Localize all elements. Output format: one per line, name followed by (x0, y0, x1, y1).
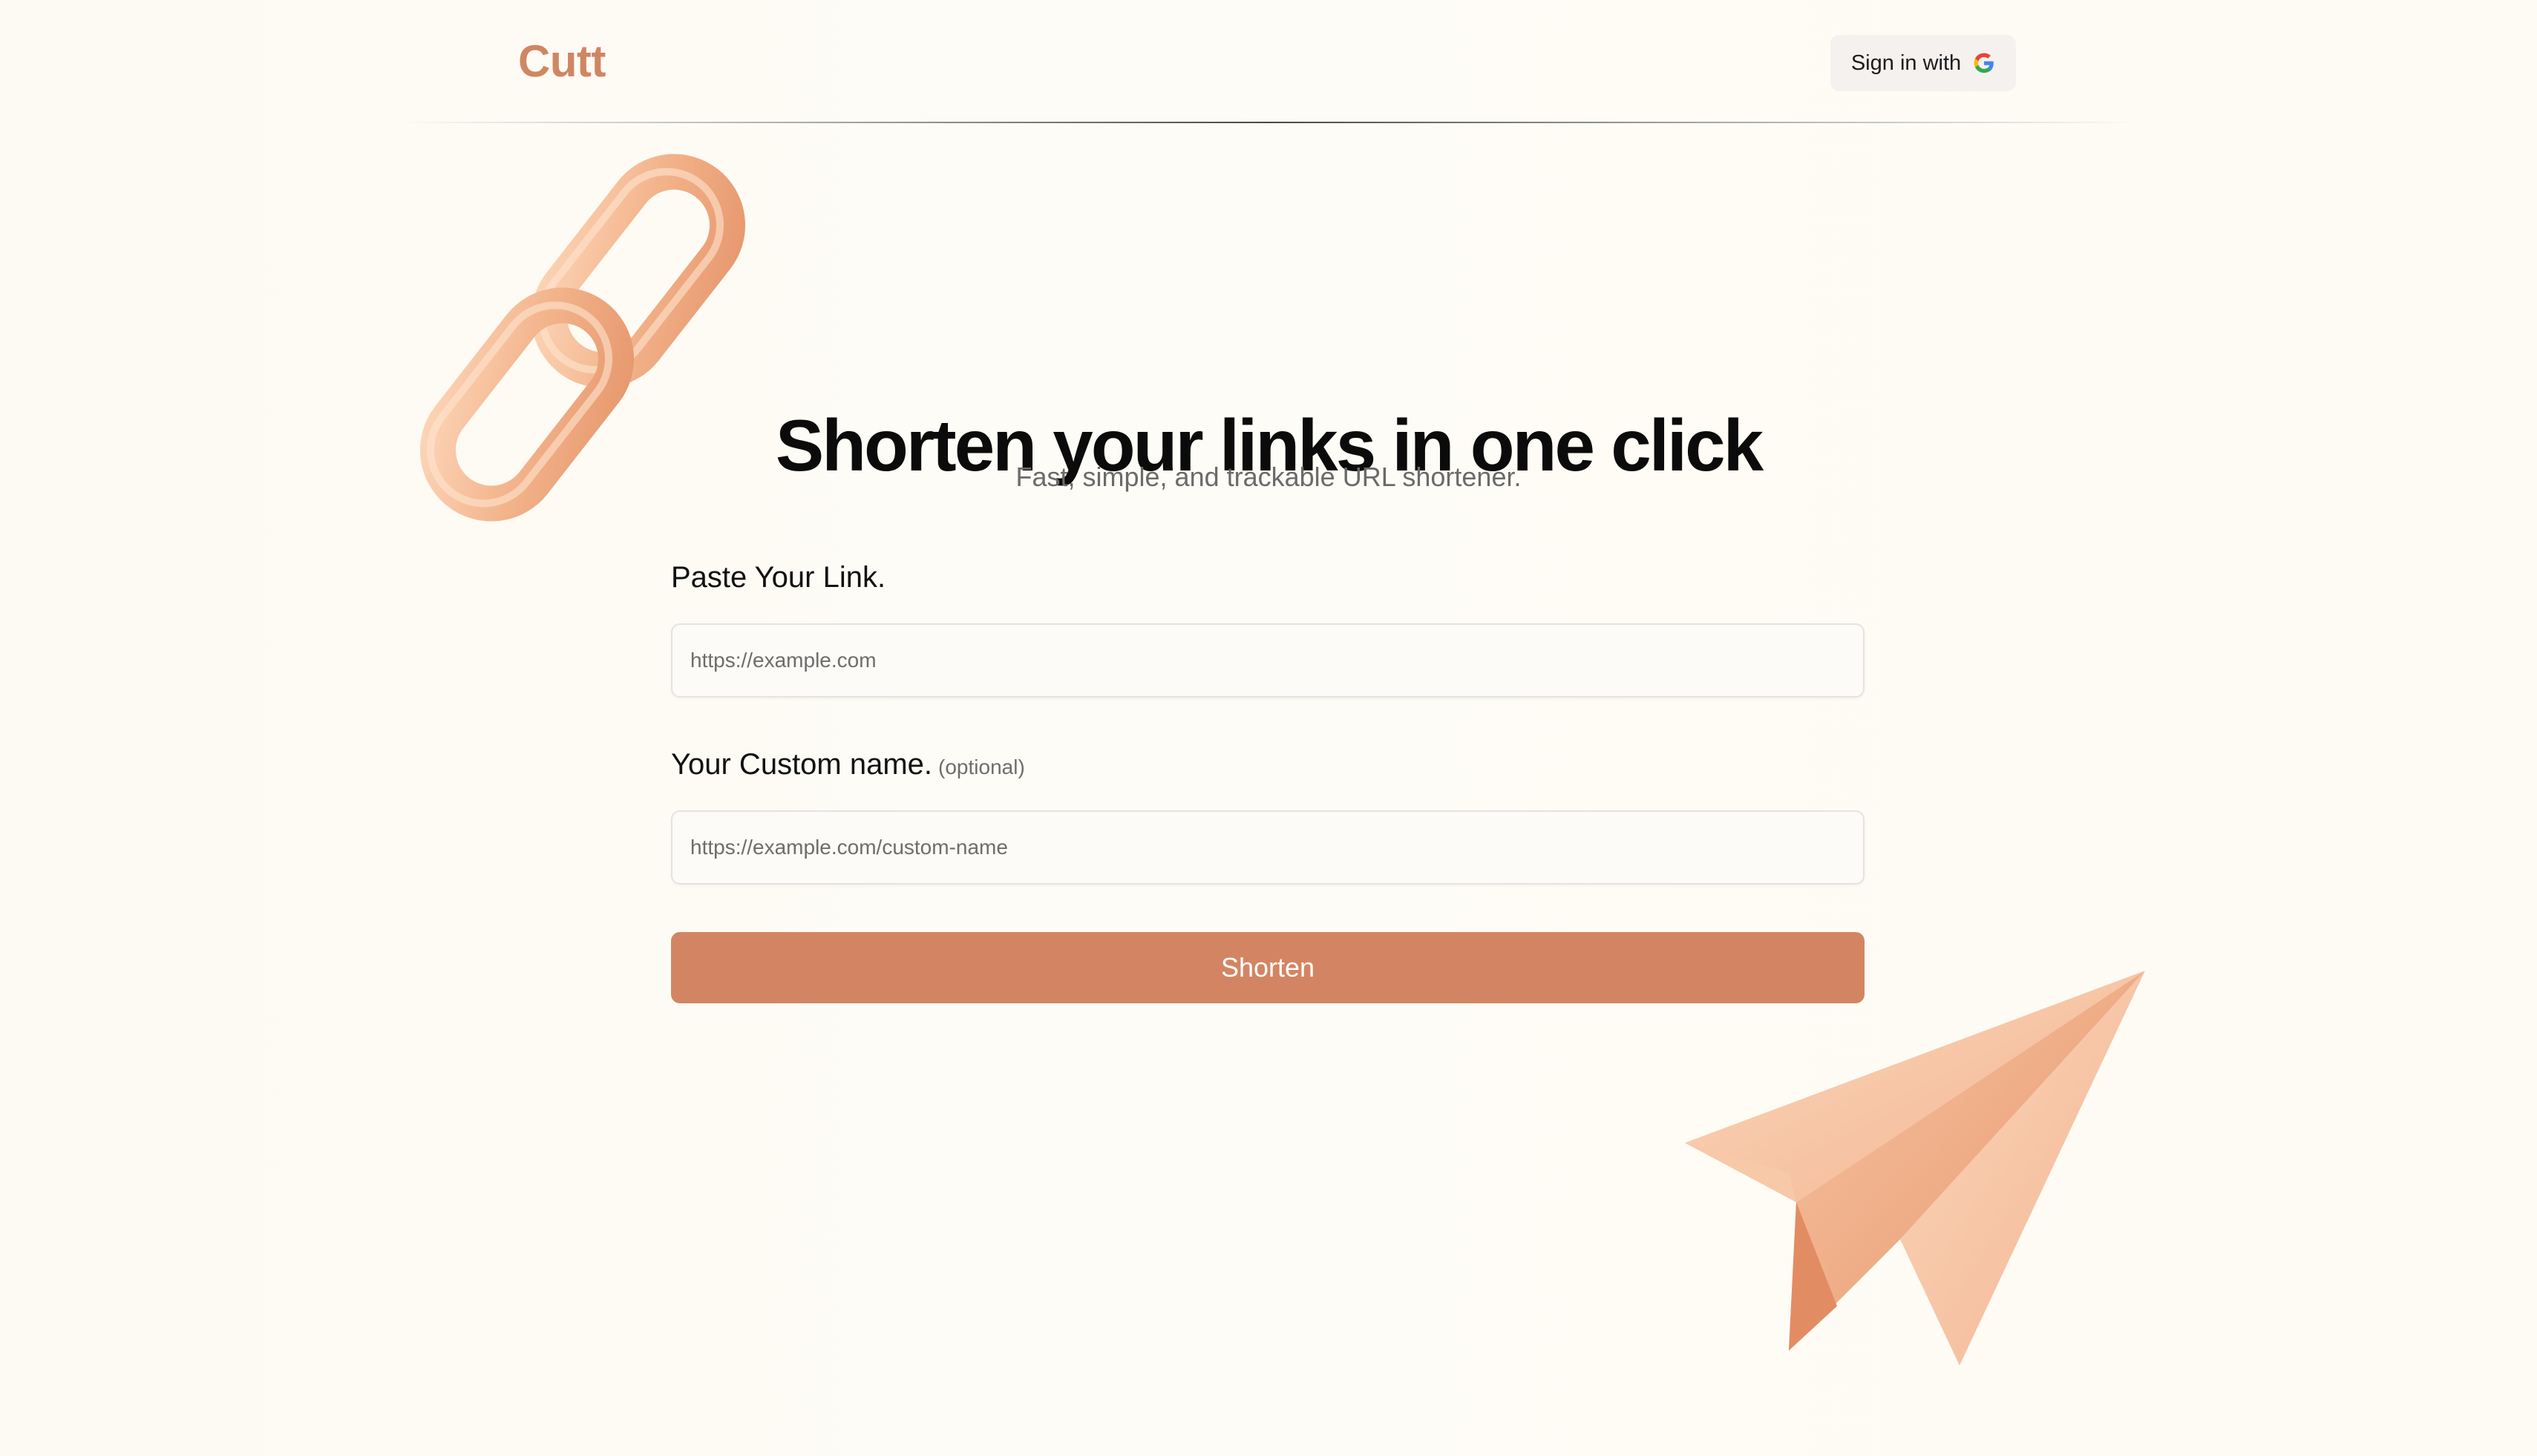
custom-name-label-text: Your Custom name. (671, 748, 933, 781)
optional-hint: (optional) (938, 755, 1025, 778)
link-field-label: Paste Your Link. (671, 561, 886, 594)
logo[interactable]: Cutt (518, 36, 606, 87)
signin-label: Sign in with (1850, 50, 1962, 75)
page: Cutt Sign in with Shorten your links in … (0, 0, 2537, 1456)
top-nav: Cutt Sign in with (0, 0, 2537, 123)
google-signin-button[interactable]: Sign in with (1830, 35, 2016, 91)
custom-name-input[interactable] (671, 810, 1865, 885)
link-input[interactable] (671, 623, 1865, 698)
paper-plane-icon (1677, 965, 2153, 1380)
google-g-icon (1973, 52, 1995, 74)
page-subtitle: Fast, simple, and trackable URL shortene… (1015, 462, 1522, 492)
header-divider (401, 122, 2138, 123)
custom-name-field-label: Your Custom name. (optional) (671, 748, 1025, 781)
